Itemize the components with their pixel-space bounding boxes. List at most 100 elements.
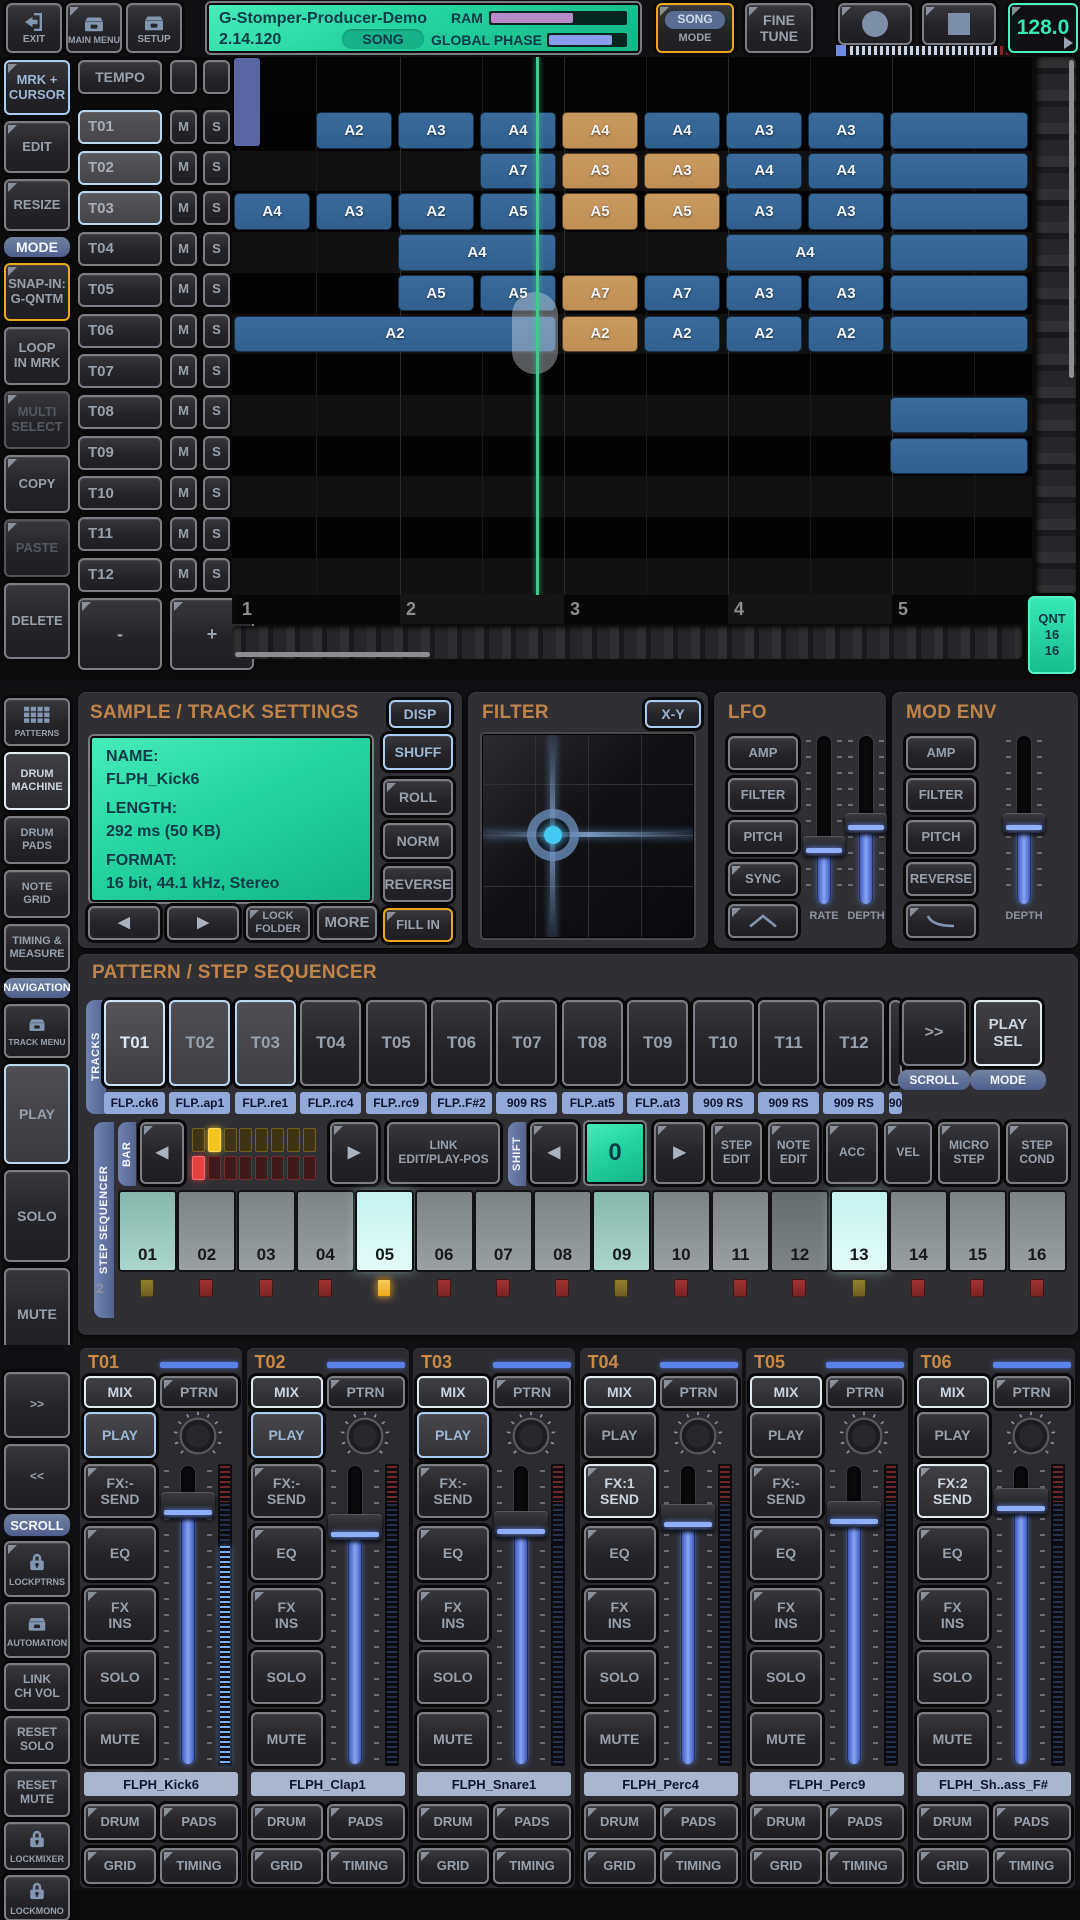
step-param-icon-01[interactable]: [140, 1279, 154, 1297]
step-param-icon-02[interactable]: [199, 1279, 213, 1297]
tab-mix[interactable]: MIX: [84, 1376, 156, 1408]
tool-edit-button[interactable]: EDIT: [4, 121, 70, 173]
volume-fader[interactable]: [830, 1464, 878, 1766]
timing-button[interactable]: TIMING: [493, 1848, 571, 1884]
pattern-cell-a3[interactable]: A3: [644, 153, 720, 190]
solo-t11[interactable]: S: [203, 517, 230, 551]
channel-play-button[interactable]: PLAY: [251, 1412, 323, 1458]
edit-button-note-edit[interactable]: NOTE EDIT: [768, 1122, 819, 1184]
fx-send-button[interactable]: FX:- SEND: [417, 1464, 489, 1518]
drum-button[interactable]: DRUM: [84, 1804, 156, 1840]
pattern-track-t10[interactable]: T10: [693, 1000, 754, 1086]
tab-ptrn[interactable]: PTRN: [660, 1376, 738, 1408]
bar-prev-button[interactable]: ◀: [140, 1122, 184, 1184]
step-param-icon-05[interactable]: [377, 1279, 391, 1297]
mute-button[interactable]: MUTE: [917, 1712, 989, 1766]
tool-copy-button[interactable]: COPY: [4, 455, 70, 513]
pattern-cell-a7[interactable]: A7: [562, 275, 638, 312]
step-14[interactable]: 14: [891, 1192, 946, 1270]
bar-next-button[interactable]: ▶: [330, 1122, 378, 1184]
step-08[interactable]: 08: [535, 1192, 590, 1270]
arranger-track-t01[interactable]: T01: [78, 110, 162, 144]
mixer-sidebar-link-ch-vol[interactable]: LINK CH VOL: [4, 1663, 70, 1711]
link-edit-play-pos-button[interactable]: LINK EDIT/PLAY-POS: [387, 1122, 500, 1184]
mute-button[interactable]: MUTE: [417, 1712, 489, 1766]
grid-button[interactable]: GRID: [917, 1848, 989, 1884]
solo-t06[interactable]: S: [203, 314, 230, 348]
sidebar-item-note-grid[interactable]: NOTE GRID: [4, 870, 70, 918]
grid-button[interactable]: GRID: [251, 1848, 323, 1884]
norm-button[interactable]: NORM: [383, 823, 453, 859]
bar-indicator-top-8[interactable]: [303, 1128, 316, 1152]
volume-fader-thumb[interactable]: [161, 1492, 215, 1518]
channel-level-knob[interactable]: [505, 1410, 557, 1462]
eq-button[interactable]: EQ: [584, 1526, 656, 1580]
bar-indicator-top-4[interactable]: [239, 1128, 252, 1152]
mod-env-amp-button[interactable]: AMP: [906, 736, 976, 770]
solo-t05[interactable]: S: [203, 273, 230, 307]
fine-tune-button[interactable]: FINE TUNE: [745, 3, 813, 53]
pattern-cell-a3[interactable]: A3: [726, 112, 802, 149]
drum-button[interactable]: DRUM: [917, 1804, 989, 1840]
song-mode-button[interactable]: SONG MODE: [656, 3, 734, 53]
tab-mix[interactable]: MIX: [417, 1376, 489, 1408]
sidebar-item-solo[interactable]: SOLO: [4, 1170, 70, 1262]
tempo-row-button[interactable]: TEMPO: [78, 60, 162, 94]
modenv-panel-depth-slider[interactable]: [1006, 734, 1042, 906]
eq-button[interactable]: EQ: [251, 1526, 323, 1580]
volume-fader-thumb[interactable]: [494, 1511, 548, 1537]
lfo-panel-rate-slider-thumb[interactable]: [803, 836, 845, 856]
drum-button[interactable]: DRUM: [750, 1804, 822, 1840]
fill-in-button[interactable]: FILL IN: [383, 908, 453, 942]
bar-indicator-top-5[interactable]: [255, 1128, 268, 1152]
step-param-icon-03[interactable]: [259, 1279, 273, 1297]
pattern-track-t03[interactable]: T03: [235, 1000, 296, 1086]
mute-button[interactable]: MUTE: [251, 1712, 323, 1766]
more-button[interactable]: MORE: [317, 906, 377, 940]
step-03[interactable]: 03: [239, 1192, 294, 1270]
bar-indicator-top-7[interactable]: [287, 1128, 300, 1152]
record-button[interactable]: [838, 3, 912, 45]
main-menu-button[interactable]: MAIN MENU: [66, 3, 122, 53]
arranger-track-t11[interactable]: T11: [78, 517, 162, 551]
arranger-track-t03[interactable]: T03: [78, 191, 162, 225]
eq-button[interactable]: EQ: [417, 1526, 489, 1580]
mute-t09[interactable]: M: [170, 436, 197, 470]
tab-mix[interactable]: MIX: [251, 1376, 323, 1408]
pattern-track-t01[interactable]: T01: [104, 1000, 165, 1086]
eq-button[interactable]: EQ: [84, 1526, 156, 1580]
eq-button[interactable]: EQ: [917, 1526, 989, 1580]
grid-button[interactable]: GRID: [84, 1848, 156, 1884]
tool-mrk-cursor-button[interactable]: MRK + CURSOR: [4, 60, 70, 115]
triangle-wave-icon[interactable]: [728, 904, 798, 938]
pattern-cell-a4[interactable]: A4: [808, 153, 884, 190]
drum-button[interactable]: DRUM: [584, 1804, 656, 1840]
step-param-icon-09[interactable]: [614, 1279, 628, 1297]
tab-mix[interactable]: MIX: [917, 1376, 989, 1408]
decay-wave-icon[interactable]: [906, 904, 976, 938]
volume-fader-thumb[interactable]: [994, 1488, 1048, 1514]
arranger-track-t02[interactable]: T02: [78, 151, 162, 185]
step-param-icon-06[interactable]: [437, 1279, 451, 1297]
pattern-cell-a3[interactable]: A3: [726, 275, 802, 312]
sample-info-display[interactable]: NAME: FLPH_Kick6 LENGTH: 292 ms (50 KB) …: [90, 736, 372, 902]
bar-indicator-bottom-5[interactable]: [255, 1156, 268, 1180]
exit-button[interactable]: EXIT: [6, 3, 62, 53]
lfo-panel-rate-slider[interactable]: [806, 734, 842, 906]
solo-t10[interactable]: S: [203, 476, 230, 510]
pattern-cell-a2[interactable]: A2: [398, 193, 474, 230]
step-09[interactable]: 09: [594, 1192, 649, 1270]
step-param-icon-10[interactable]: [674, 1279, 688, 1297]
bar-indicator-top-6[interactable]: [271, 1128, 284, 1152]
mixer-sidebar-lockmixer[interactable]: LOCKMIXER: [4, 1822, 70, 1870]
bpm-display[interactable]: 128.0: [1008, 3, 1078, 53]
zoom-out-button[interactable]: -: [78, 598, 162, 670]
bar-indicator-top-3[interactable]: [224, 1128, 237, 1152]
bar-indicator-bottom-4[interactable]: [239, 1156, 252, 1180]
mod-env-filter-button[interactable]: FILTER: [906, 778, 976, 812]
sample-next-button[interactable]: ▶: [167, 906, 239, 940]
arranger-track-t09[interactable]: T09: [78, 436, 162, 470]
channel-play-button[interactable]: PLAY: [417, 1412, 489, 1458]
shift-prev-button[interactable]: ◀: [530, 1122, 578, 1184]
arranger-track-t05[interactable]: T05: [78, 273, 162, 307]
